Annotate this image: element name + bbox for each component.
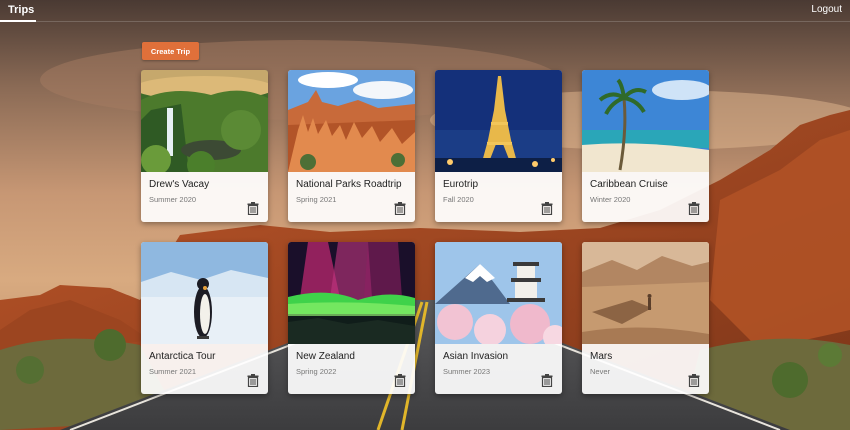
- eiffel-tower-photo: [435, 70, 562, 172]
- trip-card[interactable]: Antarctica Tour Summer 2021: [141, 242, 268, 394]
- trip-title: Drew's Vacay: [149, 179, 210, 190]
- trip-card[interactable]: Eurotrip Fall 2020: [435, 70, 562, 222]
- trash-icon[interactable]: [247, 374, 259, 387]
- trip-season: Spring 2021: [296, 195, 337, 204]
- trash-icon[interactable]: [394, 202, 406, 215]
- nav-trips-link[interactable]: Trips: [8, 4, 34, 16]
- trip-title: Mars: [590, 351, 613, 362]
- waterfall-photo: [141, 70, 268, 172]
- trip-card[interactable]: Asian Invasion Summer 2023: [435, 242, 562, 394]
- trip-card[interactable]: National Parks Roadtrip Spring 2021: [288, 70, 415, 222]
- trash-icon[interactable]: [688, 374, 700, 387]
- trash-icon[interactable]: [541, 374, 553, 387]
- create-trip-button[interactable]: Create Trip: [142, 42, 199, 60]
- trip-title: Caribbean Cruise: [590, 179, 668, 190]
- aurora-photo: [288, 242, 415, 344]
- trip-card[interactable]: Mars Never: [582, 242, 709, 394]
- trip-title: National Parks Roadtrip: [296, 179, 402, 190]
- trip-title: Antarctica Tour: [149, 351, 216, 362]
- trip-season: Spring 2022: [296, 367, 337, 376]
- logout-link[interactable]: Logout: [811, 4, 842, 15]
- active-tab-indicator: [0, 20, 36, 22]
- trip-season: Fall 2020: [443, 195, 474, 204]
- trip-season: Summer 2021: [149, 367, 197, 376]
- trip-title: Eurotrip: [443, 179, 479, 190]
- mars-desert-photo: [582, 242, 709, 344]
- trip-season: Winter 2020: [590, 195, 631, 204]
- penguin-photo: [141, 242, 268, 344]
- canyon-photo: [288, 70, 415, 172]
- trash-icon[interactable]: [247, 202, 259, 215]
- trip-title: Asian Invasion: [443, 351, 509, 362]
- top-navbar: Trips Logout: [0, 0, 850, 22]
- mount-fuji-photo: [435, 242, 562, 344]
- trip-season: Never: [590, 367, 611, 376]
- trash-icon[interactable]: [394, 374, 406, 387]
- trash-icon[interactable]: [541, 202, 553, 215]
- trip-season: Summer 2023: [443, 367, 491, 376]
- trip-card-grid: Drew's Vacay Summer 2020 National Parks …: [141, 70, 709, 394]
- trip-season: Summer 2020: [149, 195, 197, 204]
- trip-card[interactable]: Caribbean Cruise Winter 2020: [582, 70, 709, 222]
- beach-photo: [582, 70, 709, 172]
- trip-card[interactable]: New Zealand Spring 2022: [288, 242, 415, 394]
- trip-title: New Zealand: [296, 351, 355, 362]
- trash-icon[interactable]: [688, 202, 700, 215]
- trip-card[interactable]: Drew's Vacay Summer 2020: [141, 70, 268, 222]
